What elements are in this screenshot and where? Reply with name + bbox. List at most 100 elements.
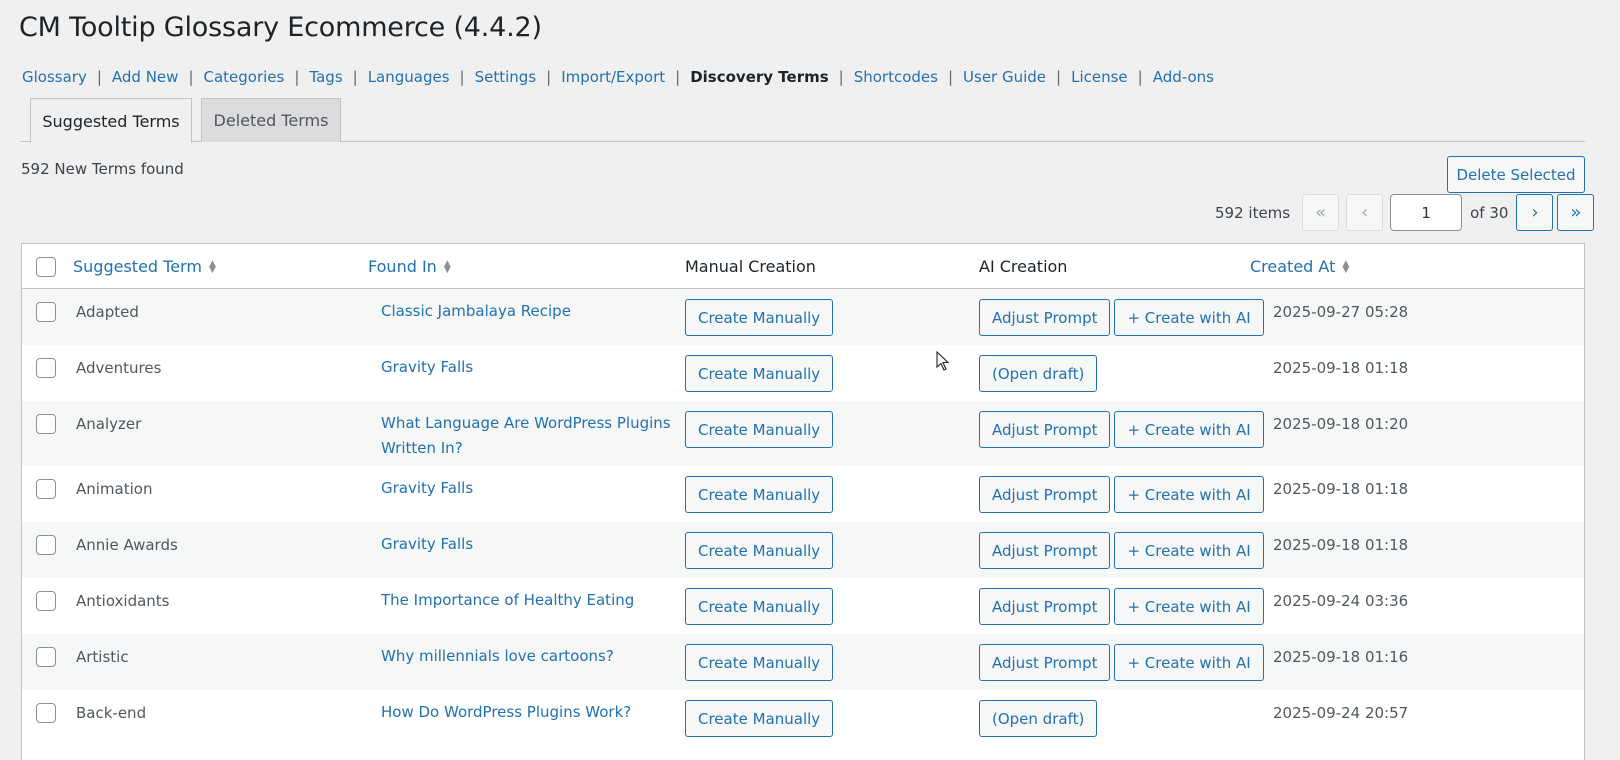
suggested-term: Adventures: [76, 359, 162, 377]
row-checkbox[interactable]: [36, 703, 56, 723]
row-select-cell: [36, 591, 56, 615]
column-suggested-term[interactable]: Suggested Term ▲ ▼: [73, 244, 216, 289]
create-manually-button[interactable]: Create Manually: [685, 532, 834, 569]
next-page-button[interactable]: ›: [1516, 194, 1554, 231]
created-at: 2025-09-18 01:18: [1273, 536, 1409, 554]
open-draft-button[interactable]: (Open draft): [979, 700, 1098, 737]
subnav-glossary[interactable]: Glossary: [22, 68, 87, 86]
found-in-link[interactable]: Gravity Falls: [381, 355, 671, 380]
row-checkbox[interactable]: [36, 479, 56, 499]
subnav-separator: |: [188, 68, 194, 86]
adjust-prompt-button[interactable]: Adjust Prompt: [979, 411, 1111, 448]
create-with-ai-button[interactable]: + Create with AI: [1114, 588, 1264, 625]
subnav-separator: |: [838, 68, 844, 86]
tab-bar: Suggested Terms Deleted Terms: [20, 98, 1585, 143]
select-all-cell: [36, 244, 56, 289]
found-in-link[interactable]: Gravity Falls: [381, 532, 671, 557]
subnav-settings[interactable]: Settings: [475, 68, 537, 86]
create-manually-button[interactable]: Create Manually: [685, 700, 834, 737]
adjust-prompt-button[interactable]: Adjust Prompt: [979, 532, 1111, 569]
sort-icon: ▲ ▼: [1342, 258, 1350, 275]
row-select-cell: [36, 535, 56, 559]
subnav-tags[interactable]: Tags: [309, 68, 342, 86]
subnav-separator: |: [947, 68, 954, 86]
create-manually-button[interactable]: Create Manually: [685, 644, 834, 681]
row-checkbox[interactable]: [36, 591, 56, 611]
subnav-import-export[interactable]: Import/Export: [561, 68, 665, 86]
table-header: Suggested Term ▲ ▼ Found In ▲ ▼ Manual Cre…: [22, 244, 1584, 289]
ai-creation-cell: (Open draft): [979, 700, 1098, 737]
row-checkbox[interactable]: [36, 302, 56, 322]
adjust-prompt-button[interactable]: Adjust Prompt: [979, 299, 1111, 336]
table-row: Annie Awards Gravity Falls Create Manually…: [22, 522, 1584, 578]
found-in-link[interactable]: Gravity Falls: [381, 476, 671, 501]
create-with-ai-button[interactable]: + Create with AI: [1114, 476, 1264, 513]
page-total: of 30: [1470, 203, 1509, 222]
subnav-license[interactable]: License: [1071, 68, 1128, 86]
subnav-categories[interactable]: Categories: [204, 68, 285, 86]
table-row: Analyzer What Language Are WordPress Plug…: [22, 401, 1584, 466]
create-manually-button[interactable]: Create Manually: [685, 588, 834, 625]
column-manual-creation: Manual Creation: [685, 257, 816, 276]
tab-deleted-terms[interactable]: Deleted Terms: [201, 98, 341, 142]
create-manually-button[interactable]: Create Manually: [685, 411, 834, 448]
create-with-ai-button[interactable]: + Create with AI: [1114, 299, 1264, 336]
adjust-prompt-button[interactable]: Adjust Prompt: [979, 588, 1111, 625]
column-created-at[interactable]: Created At ▲ ▼: [1250, 244, 1349, 289]
create-manually-button[interactable]: Create Manually: [685, 476, 834, 513]
subnav-shortcodes[interactable]: Shortcodes: [854, 68, 938, 86]
table-row: Adapted Classic Jambalaya Recipe Create Ma…: [22, 289, 1584, 345]
row-checkbox[interactable]: [36, 358, 56, 378]
subnav-separator: |: [675, 68, 681, 86]
subnav-add-ons[interactable]: Add-ons: [1153, 68, 1214, 86]
found-in-link[interactable]: Classic Jambalaya Recipe: [381, 299, 671, 324]
row-select-cell: [36, 358, 56, 382]
table-row: Antioxidants The Importance of Healthy Ea…: [22, 578, 1584, 634]
sort-icon: ▲ ▼: [208, 258, 216, 275]
table-row: Artistic Why millennials love cartoons? Cr…: [22, 634, 1584, 690]
found-count: 592 New Terms found: [21, 160, 184, 178]
create-with-ai-button[interactable]: + Create with AI: [1114, 644, 1264, 681]
column-found-in[interactable]: Found In ▲ ▼: [368, 244, 451, 289]
create-manually-button[interactable]: Create Manually: [685, 299, 834, 336]
page-title: CM Tooltip Glossary Ecommerce (4.4.2): [19, 12, 542, 43]
current-page-input[interactable]: [1390, 194, 1463, 231]
found-in-link[interactable]: What Language Are WordPress Plugins Writ…: [381, 411, 671, 461]
found-in-link[interactable]: The Importance of Healthy Eating: [381, 588, 671, 613]
created-at: 2025-09-24 03:36: [1273, 592, 1409, 610]
last-page-button[interactable]: »: [1557, 194, 1595, 231]
subnav-user-guide[interactable]: User Guide: [963, 68, 1046, 86]
create-manually-button[interactable]: Create Manually: [685, 355, 834, 392]
subnav-add-new[interactable]: Add New: [112, 68, 179, 86]
adjust-prompt-button[interactable]: Adjust Prompt: [979, 476, 1111, 513]
subnav-discovery-terms[interactable]: Discovery Terms: [690, 68, 828, 86]
row-select-cell: [36, 414, 56, 438]
row-checkbox[interactable]: [36, 535, 56, 555]
adjust-prompt-button[interactable]: Adjust Prompt: [979, 644, 1111, 681]
created-at: 2025-09-27 05:28: [1273, 303, 1409, 321]
pagination: 592 items « ‹ of 30 › »: [1215, 194, 1598, 231]
create-with-ai-button[interactable]: + Create with AI: [1114, 532, 1264, 569]
row-checkbox[interactable]: [36, 647, 56, 667]
row-checkbox[interactable]: [36, 414, 56, 434]
manual-creation-cell: Create Manually: [685, 644, 834, 681]
tab-suggested-terms[interactable]: Suggested Terms: [30, 98, 192, 143]
created-at: 2025-09-18 01:20: [1273, 415, 1409, 433]
first-page-button: «: [1302, 194, 1340, 231]
manual-creation-cell: Create Manually: [685, 532, 834, 569]
manual-creation-cell: Create Manually: [685, 355, 834, 392]
created-at: 2025-09-24 20:57: [1273, 704, 1409, 722]
select-all-checkbox[interactable]: [36, 256, 56, 277]
found-in-link[interactable]: How Do WordPress Plugins Work?: [381, 700, 671, 725]
subnav-languages[interactable]: Languages: [368, 68, 450, 86]
open-draft-button[interactable]: (Open draft): [979, 355, 1098, 392]
row-select-cell: [36, 479, 56, 503]
column-found-in-label: Found In: [368, 257, 437, 276]
ai-creation-cell: (Open draft): [979, 355, 1098, 392]
create-with-ai-button[interactable]: + Create with AI: [1114, 411, 1264, 448]
found-in-link[interactable]: Why millennials love cartoons?: [381, 644, 671, 669]
subnav-separator: |: [546, 68, 552, 86]
manual-creation-cell: Create Manually: [685, 476, 834, 513]
delete-selected-button[interactable]: Delete Selected: [1447, 156, 1585, 193]
manual-creation-cell: Create Manually: [685, 411, 834, 448]
